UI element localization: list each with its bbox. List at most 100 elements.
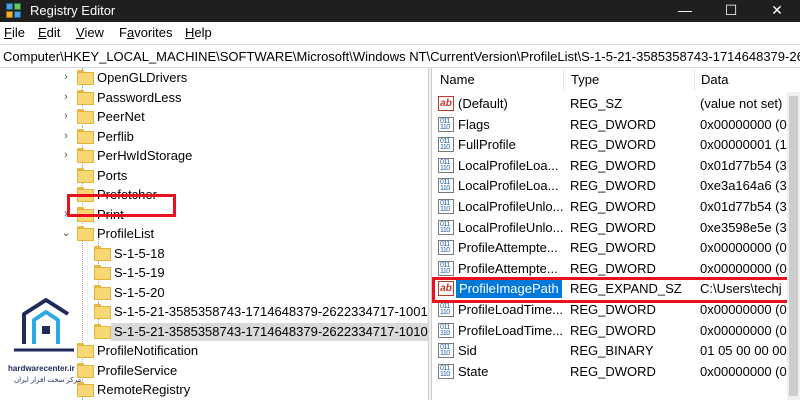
binary-bits-glyph: 011 110 [440,117,450,131]
tree-item-perhwidstorage[interactable]: › PerHwIdStorage [0,146,428,166]
value-row[interactable]: 011 110 Sid REG_BINARY 01 05 00 00 00 00 0 [432,341,800,362]
binary-value-icon: 011 110 [438,343,454,359]
expand-chevron-icon[interactable]: › [60,110,72,122]
menu-file[interactable]: File [4,25,25,41]
binary-bits-glyph: 011 110 [440,344,450,358]
tree-item-s-1-5-19[interactable]: S-1-5-19 [0,263,428,283]
tree-item-label: Prefetcher [97,187,157,202]
value-data: C:\Users\techj [700,281,782,297]
value-type: REG_DWORD [570,178,656,194]
value-name: LocalProfileLoa... [458,157,559,173]
tree-item-label: Print [97,206,124,222]
menu-edit[interactable]: Edit [38,25,60,41]
address-path[interactable]: Computer\HKEY_LOCAL_MACHINE\SOFTWARE\Mic… [3,49,800,64]
value-name: State [458,363,489,379]
tree-item-opengldrivers[interactable]: › OpenGLDrivers [0,68,428,88]
value-name: ProfileAttempte... [458,240,558,256]
value-type: REG_DWORD [570,137,656,153]
value-row[interactable]: 011 110 FullProfile REG_DWORD 0x00000001 (1… [432,135,800,156]
expand-chevron-icon[interactable]: › [60,71,72,83]
tree-item-prefetcher[interactable]: Prefetcher [0,185,428,205]
tree-item-passwordless[interactable]: › PasswordLess [0,88,428,108]
binary-value-icon: 011 110 [438,260,454,276]
folder-icon [94,323,111,339]
tree-item-s-1-5-18[interactable]: S-1-5-18 [0,244,428,264]
value-row[interactable]: ab (Default) REG_SZ (value not set) [432,94,800,115]
value-row[interactable]: ab ProfileImagePath REG_EXPAND_SZ C:\Users\… [432,279,800,300]
close-button[interactable]: ✕ [754,0,800,22]
binary-bits-glyph: 011 110 [440,241,450,255]
vertical-scrollbar[interactable] [787,92,800,400]
value-name: (Default) [458,96,508,111]
folder-icon [77,206,94,222]
value-row[interactable]: 011 110 Flags REG_DWORD 0x00000000 (0) [432,115,800,136]
expand-chevron-icon[interactable]: › [60,130,72,142]
value-row[interactable]: 011 110 LocalProfileLoa... REG_DWORD 0x01d7… [432,156,800,177]
binary-value-icon: 011 110 [438,178,454,194]
value-type: REG_DWORD [570,322,656,338]
folder-icon [77,89,94,105]
open-folder-icon [77,226,94,241]
folder-icon [94,245,111,261]
value-data: 0x01d77b54 (3089 [700,199,800,214]
binary-value-icon: 011 110 [438,116,454,132]
value-name: LocalProfileLoa... [458,178,559,194]
value-type: REG_DWORD [570,157,656,173]
expand-chevron-icon[interactable]: › [60,149,72,161]
tree-item-label: ProfileService [97,362,178,378]
binary-value-icon: 011 110 [438,137,454,153]
window-title: Registry Editor [30,3,116,18]
binary-bits-glyph: 011 110 [440,138,450,152]
value-data: 0x00000001 (1) [700,137,792,153]
tree-item-label: Perflib [97,128,134,144]
menu-help[interactable]: Help [185,25,212,41]
hardwarecenter-logo-icon [14,298,74,352]
folder-icon [77,70,94,85]
tree-item-perflib[interactable]: › Perflib [0,127,428,147]
value-type: REG_DWORD [570,302,656,317]
registry-editor-app-icon [6,3,22,19]
tree-item-label: OpenGLDrivers [97,70,188,85]
column-header-type[interactable]: Type [563,68,693,92]
tree-item-label: ProfileNotification [97,343,199,358]
tree-item-ports[interactable]: Ports [0,166,428,186]
watermark-site: hardwarecenter.ir [8,364,75,373]
value-row[interactable]: 011 110 LocalProfileLoa... REG_DWORD 0xe3a1… [432,176,800,197]
expand-chevron-icon[interactable]: › [60,91,72,103]
maximize-button[interactable]: ☐ [708,0,754,22]
tree-item-profilelist[interactable]: ⌄ ProfileList [0,224,428,244]
string-value-icon: ab [438,281,454,297]
tree-item-label: S-1-5-19 [114,265,165,280]
value-row[interactable]: 011 110 ProfileAttempte... REG_DWORD 0x0000… [432,238,800,259]
column-header-name[interactable]: Name [432,68,562,92]
values-list-pane[interactable]: Name Type Data ab (Default) REG_SZ (value n… [432,68,800,400]
value-row[interactable]: 011 110 ProfileLoadTime... REG_DWORD 0x0000… [432,321,800,342]
tree-item-label: S-1-5-20 [114,284,165,300]
column-header-data[interactable]: Data [693,68,800,92]
value-row[interactable]: 011 110 State REG_DWORD 0x00000000 (0) [432,362,800,383]
collapse-chevron-icon[interactable]: ⌄ [60,227,72,239]
value-type: REG_DWORD [570,116,656,132]
value-row[interactable]: 011 110 ProfileAttempte... REG_DWORD 0x0000… [432,259,800,280]
value-type: REG_DWORD [570,219,656,235]
value-name: ProfileLoadTime... [458,322,564,338]
scrollbar-thumb[interactable] [789,96,798,396]
expand-chevron-icon[interactable]: › [60,208,72,220]
watermark-tagline: مرکز سخت افزار ایران [14,377,82,384]
value-name: Flags [458,116,490,132]
address-bar[interactable]: Computer\HKEY_LOCAL_MACHINE\SOFTWARE\Mic… [0,44,800,68]
menu-favorites[interactable]: Favorites [119,25,172,41]
value-type: REG_DWORD [570,363,656,379]
value-row[interactable]: 011 110 LocalProfileUnlo... REG_DWORD 0xe35… [432,218,800,239]
tree-item-print[interactable]: › Print [0,205,428,225]
tree-item-peernet[interactable]: › PeerNet [0,107,428,127]
tree-item-label: S-1-5-18 [114,245,165,261]
value-data: 0xe3a164a6 (3819 [700,178,800,194]
minimize-button[interactable]: — [662,0,708,22]
menu-view[interactable]: View [76,25,104,41]
value-row[interactable]: 011 110 LocalProfileUnlo... REG_DWORD 0x01d… [432,197,800,218]
value-name: Sid [458,343,477,359]
tree-item-label: PasswordLess [97,89,182,105]
value-row[interactable]: 011 110 ProfileLoadTime... REG_DWORD 0x0000… [432,300,800,321]
value-data: 0x00000000 (0) [700,260,792,276]
